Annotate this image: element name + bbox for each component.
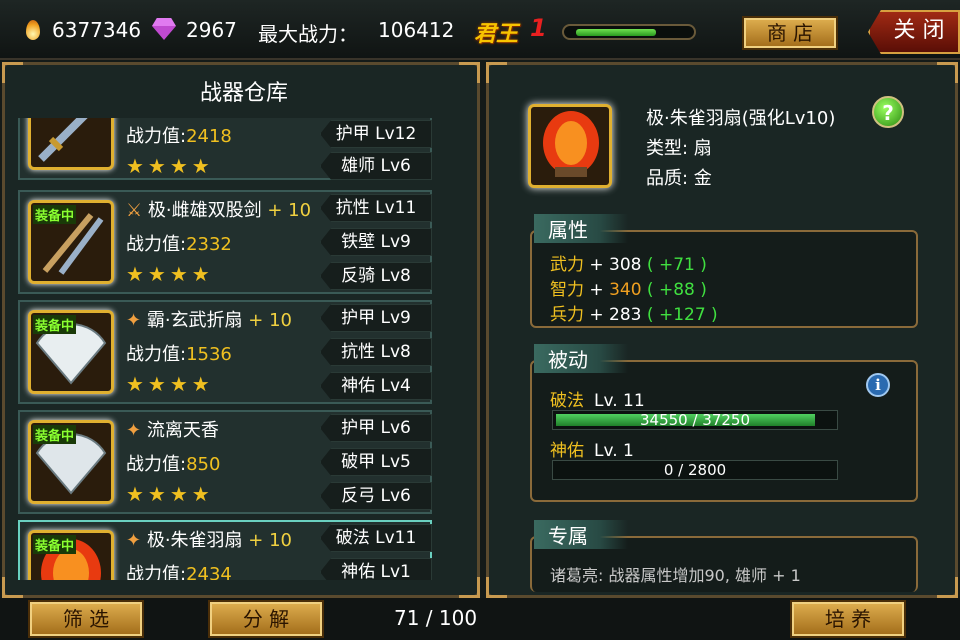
attribute-row: 兵力 + 283 ( +127 ) (550, 305, 718, 325)
weapon-thumbnail (28, 118, 114, 170)
decompose-button[interactable]: 分 解 (208, 600, 324, 638)
attribute-tag: 反骑 Lv8 (320, 262, 432, 290)
power-value: 2418 (186, 126, 232, 147)
panel-corner (2, 577, 23, 598)
detail-weapon-quality: 品质: 金 (646, 168, 712, 189)
attribute-row: 武力 + 308 ( +71 ) (550, 255, 707, 275)
attribute-tag: 护甲 Lv12 (320, 120, 432, 148)
rank-progress-bar (562, 24, 696, 40)
weapon-thumbnail: 装备中 (28, 530, 114, 580)
attribute-row: 智力 + 340 ( +88 ) (550, 280, 707, 300)
fan-type-icon: ✦ (126, 310, 142, 331)
star-rating: ★★★★ (126, 482, 214, 506)
power-label: 战力值:1536 (126, 344, 232, 365)
weapon-name: ✦ 极·朱雀羽扇 + 10 (126, 530, 293, 551)
weapon-name: ✦ 霸·玄武折扇 + 10 (126, 310, 293, 331)
detail-weapon-type: 类型: 扇 (646, 138, 712, 159)
detail-weapon-name: 极·朱雀羽扇(强化Lv10) (646, 108, 836, 129)
weapon-name: ✦ 流离天香 (126, 420, 219, 441)
gem-amount: 2967 (186, 18, 237, 42)
attribute-tag: 破甲 Lv5 (320, 448, 432, 476)
power-value: 1536 (186, 344, 232, 365)
shop-button[interactable]: 商 店 (742, 16, 838, 50)
panel-corner (486, 577, 507, 598)
power-value: 2434 (186, 564, 232, 580)
inventory-count: 71 / 100 (394, 606, 478, 630)
attributes-header: 属性 (534, 214, 628, 243)
panel-corner (937, 577, 958, 598)
equipped-badge: 装备中 (33, 315, 77, 334)
list-item[interactable]: 装备中 ✦ 流离天香 战力值:850 ★★★★ 护甲 Lv6 破甲 Lv5 反弓… (18, 410, 432, 514)
help-icon[interactable]: ? (872, 96, 904, 128)
filter-button[interactable]: 筛 选 (28, 600, 144, 638)
power-label: 战力值:2418 (126, 126, 232, 147)
info-icon[interactable]: i (866, 373, 890, 397)
equipped-badge: 装备中 (33, 205, 77, 224)
list-item[interactable]: 装备中 ✦ 极·朱雀羽扇 + 10 战力值:2434 破法 Lv11 神佑 Lv… (18, 520, 432, 580)
power-value: 850 (186, 454, 221, 475)
rank-level: 1 (530, 14, 547, 42)
gold-icon (26, 20, 40, 40)
weapon-name: ⚔ 极·雌雄双股剑 + 10 (126, 200, 312, 221)
rank-name: 君王 (474, 22, 519, 47)
list-item[interactable]: 战力值:2418 ★★★★ 护甲 Lv12 雄师 Lv6 (18, 118, 432, 180)
attribute-tag: 护甲 Lv9 (320, 304, 432, 332)
gem-icon (152, 26, 176, 40)
equipped-badge: 装备中 (33, 535, 77, 554)
fan-type-icon: ✦ (126, 530, 142, 551)
attribute-tag: 铁壁 Lv9 (320, 228, 432, 256)
attribute-tag: 破法 Lv11 (320, 524, 432, 552)
equipped-badge: 装备中 (33, 425, 77, 444)
skill-progress-bar: 0 / 2800 (552, 460, 838, 480)
detail-weapon-thumbnail (528, 104, 612, 188)
gold-amount: 6377346 (52, 18, 142, 42)
skill-row: 破法 Lv. 11 (550, 391, 645, 411)
cultivate-button[interactable]: 培 养 (790, 600, 906, 638)
exclusive-text: 诸葛亮: 战器属性增加90, 雄师 + 1 (550, 566, 801, 585)
star-rating: ★★★★ (126, 154, 214, 178)
rank-progress-fill (576, 29, 656, 36)
attribute-tag: 神佑 Lv1 (320, 558, 432, 580)
max-power-value: 106412 (378, 18, 455, 42)
panel-corner (937, 62, 958, 83)
panel-corner (459, 577, 480, 598)
power-value: 2332 (186, 234, 232, 255)
power-label: 战力值:2332 (126, 234, 232, 255)
sword-icon (38, 118, 88, 162)
fan-type-icon: ✦ (126, 420, 142, 441)
weapon-thumbnail: 装备中 (28, 420, 114, 504)
power-label: 战力值:2434 (126, 560, 232, 580)
passive-box (530, 360, 918, 502)
list-item[interactable]: 装备中 ✦ 霸·玄武折扇 + 10 战力值:1536 ★★★★ 护甲 Lv9 抗… (18, 300, 432, 404)
list-item[interactable]: 装备中 ⚔ 极·雌雄双股剑 + 10 战力值:2332 ★★★★ 抗性 Lv11… (18, 190, 432, 294)
panel-corner (486, 62, 507, 83)
top-bar: 6377346 2967 最大战力： 106412 君王 1 商 店 关 闭 (0, 0, 960, 60)
max-power-label: 最大战力： (258, 22, 358, 46)
weapon-thumbnail: 装备中 (28, 310, 114, 394)
weapon-thumbnail: 装备中 (28, 200, 114, 284)
sword-type-icon: ⚔ (126, 200, 143, 221)
skill-row: 神佑 Lv. 1 (550, 441, 634, 461)
attribute-tag: 抗性 Lv8 (320, 338, 432, 366)
weapon-list[interactable]: 战力值:2418 ★★★★ 护甲 Lv12 雄师 Lv6 装备中 ⚔ 极·雌雄双… (0, 118, 480, 580)
close-button[interactable]: 关 闭 (868, 10, 960, 54)
attribute-tag: 雄师 Lv6 (320, 152, 432, 180)
passive-header: 被动 (534, 344, 628, 373)
feather-fan-icon (543, 111, 599, 177)
star-rating: ★★★★ (126, 372, 214, 396)
star-rating: ★★★★ (126, 262, 214, 286)
warehouse-title: 战器仓库 (199, 81, 288, 106)
attribute-tag: 神佑 Lv4 (320, 372, 432, 400)
attribute-tag: 反弓 Lv6 (320, 482, 432, 510)
power-label: 战力值:850 (126, 454, 221, 475)
skill-progress-bar: 34550 / 37250 (552, 410, 838, 430)
exclusive-header: 专属 (534, 520, 628, 549)
attribute-tag: 抗性 Lv11 (320, 194, 432, 222)
attribute-tag: 护甲 Lv6 (320, 414, 432, 442)
